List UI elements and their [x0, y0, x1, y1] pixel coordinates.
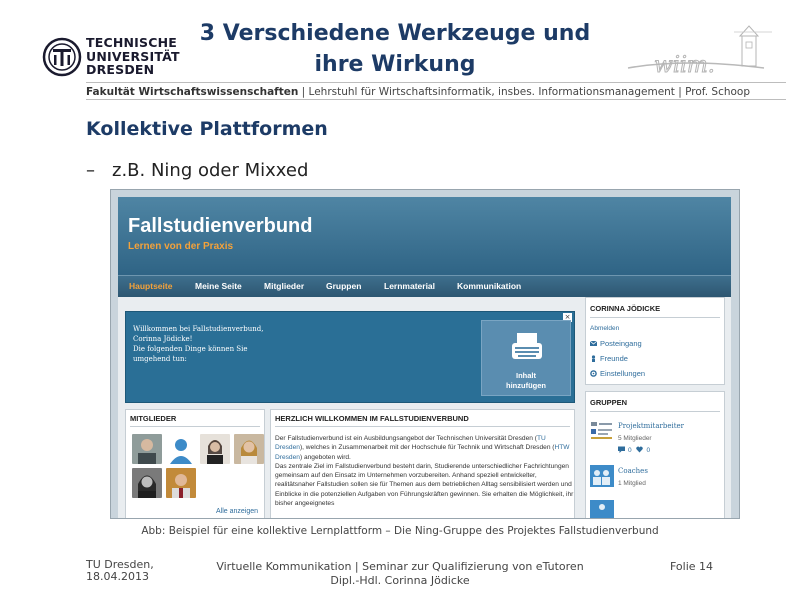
heart-icon: [636, 446, 644, 453]
member-avatar[interactable]: [200, 434, 230, 464]
footer-date: TU Dresden, 18.04.2013: [86, 558, 154, 583]
typewriter-icon: [512, 333, 542, 359]
article-paragraph-2: Das zentrale Ziel im Fallstudienverbund …: [275, 462, 574, 508]
group-avatar-icon: [590, 465, 614, 487]
welcome-article-panel: HERZLICH WILLKOMMEN IM FALLSTUDIENVERBUN…: [270, 409, 575, 518]
show-all-members-link[interactable]: Alle anzeigen: [216, 508, 258, 515]
member-avatar[interactable]: [132, 434, 162, 464]
university-logo-text: TECHNISCHE UNIVERSITÄT DRESDEN: [86, 35, 180, 77]
settings-link[interactable]: Einstellungen: [590, 369, 645, 378]
faculty-line: Fakultät Wirtschaftswissenschaften | Leh…: [86, 86, 751, 98]
comment-icon: [618, 446, 625, 453]
figure-caption: Abb: Beispiel für eine kollektive Lernpl…: [141, 525, 659, 537]
header-divider: [86, 82, 786, 83]
add-content-button[interactable]: Inhalt hinzufügen: [481, 320, 571, 396]
bullet-text: z.B. Ning oder Mixxed: [112, 160, 309, 181]
mail-icon: [590, 340, 597, 346]
group-name-projektmitarbeiter[interactable]: Projektmitarbeiter: [618, 422, 684, 430]
nav-gruppen[interactable]: Gruppen: [326, 281, 361, 291]
logout-link[interactable]: Abmelden: [590, 325, 619, 332]
ning-site-subtitle: Lernen von der Praxis: [128, 241, 234, 252]
tu-dresden-logo-icon: [42, 37, 82, 77]
group-member-count: 1 Mitglied: [618, 480, 646, 487]
slide-title: 3 Verschiedene Werkzeuge und ihre Wirkun…: [199, 21, 591, 77]
article-text: Der Fallstudienverbund ist ein Ausbildun…: [275, 434, 575, 508]
nav-hauptseite[interactable]: Hauptseite: [129, 281, 172, 291]
friends-link[interactable]: Freunde: [590, 354, 628, 363]
article-paragraph-1: Der Fallstudienverbund ist ein Ausbildun…: [275, 435, 570, 461]
member-avatar[interactable]: [132, 468, 162, 498]
nav-lernmaterial[interactable]: Lernmaterial: [384, 281, 435, 291]
footer-course: Virtuelle Kommunikation | Seminar zur Qu…: [216, 560, 584, 587]
group-logo-icon: [590, 420, 614, 442]
group-avatar-icon: [590, 500, 614, 518]
welcome-box: Willkommen bei Fallstudienverbund, Corin…: [125, 311, 575, 403]
groups-panel: GRUPPEN Projektmitarbeiter 5 Mitglieder …: [585, 391, 725, 518]
nav-kommunikation[interactable]: Kommunikation: [457, 281, 521, 291]
ning-site-title: Fallstudienverbund: [128, 215, 313, 237]
members-panel: MITGLIEDER Alle anzeigen: [125, 409, 265, 518]
ning-nav-bar: Hauptseite Meine Seite Mitglieder Gruppe…: [118, 275, 731, 297]
group-name-coaches[interactable]: Coaches: [618, 467, 648, 475]
article-title: HERZLICH WILLKOMMEN IM FALLSTUDIENVERBUN…: [275, 414, 469, 423]
bullet-item: – z.B. Ning oder Mixxed: [86, 160, 308, 181]
group-activity: 0 0: [618, 446, 650, 454]
wiim-logo-icon: wiim.: [627, 25, 772, 79]
welcome-text: Willkommen bei Fallstudienverbund, Corin…: [133, 325, 264, 363]
member-avatar[interactable]: [234, 434, 264, 464]
profile-panel: CORINNA JÖDICKE Abmelden Posteingang Fre…: [585, 297, 725, 385]
svg-text:wiim.: wiim.: [654, 53, 715, 78]
groups-title: GRUPPEN: [590, 398, 628, 407]
member-avatar-placeholder[interactable]: [166, 434, 196, 464]
header-divider-bottom: [86, 99, 786, 100]
person-icon: [591, 355, 596, 362]
slide-number: Folie 14: [670, 560, 714, 573]
ning-body: Willkommen bei Fallstudienverbund, Corin…: [118, 297, 731, 518]
member-avatar[interactable]: [166, 468, 196, 498]
ning-header: Fallstudienverbund Lernen von der Praxis: [118, 197, 731, 275]
inbox-link[interactable]: Posteingang: [590, 339, 642, 348]
members-title: MITGLIEDER: [130, 414, 177, 423]
nav-meine-seite[interactable]: Meine Seite: [195, 281, 242, 291]
profile-name: CORINNA JÖDICKE: [590, 304, 661, 313]
gear-icon: [590, 370, 597, 377]
nav-mitglieder[interactable]: Mitglieder: [264, 281, 304, 291]
section-heading: Kollektive Plattformen: [86, 118, 328, 140]
bullet-dash: –: [86, 160, 95, 181]
ning-screenshot: Fallstudienverbund Lernen von der Praxis…: [110, 189, 740, 519]
group-member-count: 5 Mitglieder: [618, 435, 652, 442]
